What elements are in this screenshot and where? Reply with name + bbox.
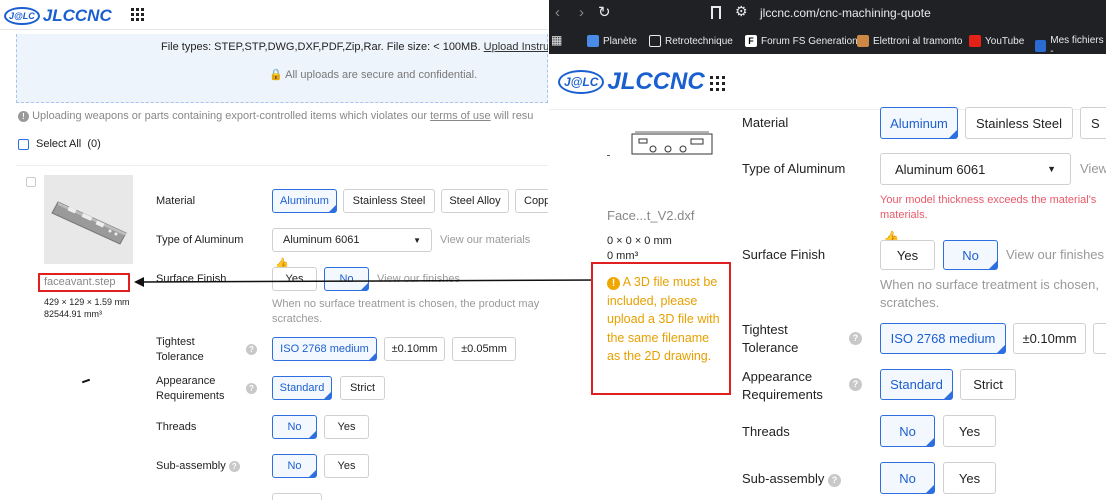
warning-icon: ! [607,277,620,290]
alert-text: A 3D file must be included, please uploa… [607,275,720,363]
annotation-arrow [134,277,601,287]
alert-box: ! A 3D file must be included, please upl… [591,262,731,395]
arrowhead [134,277,144,287]
arrow-line [141,279,601,283]
